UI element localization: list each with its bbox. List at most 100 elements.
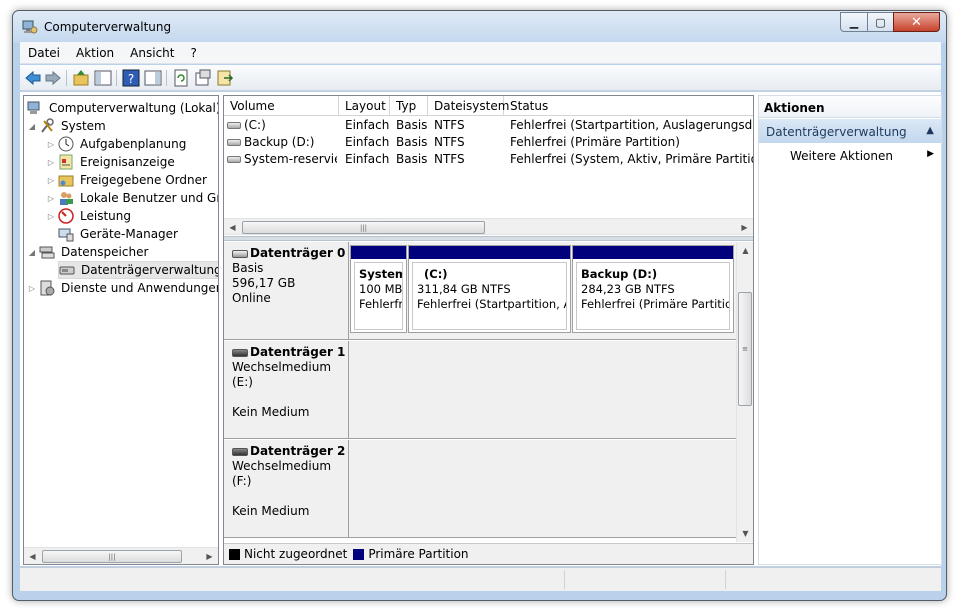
volume-status: Fehlerfrei (Primäre Partition) — [510, 135, 680, 149]
scroll-thumb[interactable]: ≡ — [738, 292, 752, 406]
back-icon[interactable] — [24, 69, 42, 87]
column-status[interactable]: Status — [504, 96, 753, 116]
disk-row[interactable]: Datenträger 2 Wechselmedium (F:) Kein Me… — [224, 440, 736, 538]
column-typ[interactable]: Typ — [390, 96, 428, 116]
toolbar: ? — [20, 65, 941, 91]
disk-label[interactable]: Datenträger 2 Wechselmedium (F:) Kein Me… — [224, 440, 349, 537]
primary-partition-bar — [409, 246, 570, 259]
collapsed-icon[interactable]: ▷ — [46, 194, 56, 203]
tree-item-freigegebene-ordner[interactable]: ▷ Freigegebene Ordner — [46, 171, 209, 189]
forward-icon[interactable] — [44, 69, 62, 87]
disk-name: Datenträger 1 — [250, 345, 346, 359]
tree-item-leistung[interactable]: ▷ Leistung — [46, 207, 133, 225]
computer-management-icon — [22, 20, 38, 34]
tree-item-datentraegerverwaltung[interactable]: Datenträgerverwaltung — [58, 261, 218, 279]
collapsed-icon[interactable]: ▷ — [27, 284, 37, 293]
primary-partition-bar — [573, 246, 733, 259]
tree-label: System — [61, 119, 106, 133]
volume-fs: NTFS — [434, 152, 465, 166]
refresh-icon[interactable] — [172, 69, 190, 87]
minimize-button[interactable]: ▁ — [840, 12, 868, 32]
tree-item-lokale-benutzer[interactable]: ▷ Lokale Benutzer und Gruppen — [46, 189, 218, 207]
volume-row[interactable]: Backup (D:) Einfach Basis NTFS Fehlerfre… — [224, 134, 753, 151]
storage-icon — [39, 246, 55, 259]
tree-label: Aufgabenplanung — [80, 137, 187, 151]
expanded-icon[interactable]: ◢ — [27, 122, 37, 131]
column-dateisystem[interactable]: Dateisystem — [428, 96, 509, 116]
menu-aktion[interactable]: Aktion — [68, 46, 122, 60]
volume-list-horizontal-scrollbar[interactable]: ◀ ||| ▶ — [224, 218, 753, 235]
legend-primary: Primäre Partition — [368, 547, 469, 561]
partition-d[interactable]: Backup (D:) 284,23 GB NTFS Fehlerfrei (P… — [572, 245, 734, 333]
removable-disk-icon — [232, 447, 248, 456]
actions-section-datentraegerverwaltung[interactable]: Datenträgerverwaltung ▲ — [759, 119, 941, 143]
volume-row[interactable]: System-reserviert Einfach Basis NTFS Feh… — [224, 151, 753, 168]
up-icon[interactable] — [72, 69, 90, 87]
scroll-right-icon[interactable]: ▶ — [201, 548, 218, 564]
pane-splitter[interactable] — [224, 236, 753, 241]
expanded-icon[interactable]: ◢ — [27, 248, 37, 257]
partition-c[interactable]: (C:) 311,84 GB NTFS Fehlerfrei (Startpar… — [408, 245, 571, 333]
title-bar[interactable]: Computerverwaltung ▁ ▢ ✕ — [13, 11, 946, 43]
disk-type: Basis — [232, 261, 264, 275]
maximize-button[interactable]: ▢ — [867, 12, 894, 32]
collapsed-icon[interactable]: ▷ — [46, 176, 56, 185]
menu-ansicht[interactable]: Ansicht — [122, 46, 182, 60]
disk-name: Datenträger 0 — [250, 246, 346, 260]
disk-state: Online — [232, 291, 271, 305]
partition-status: Fehlerfrei (System, Aktiv, Primäre Parti… — [359, 297, 403, 311]
scroll-thumb[interactable]: ||| — [42, 550, 182, 563]
partition-status: Fehlerfrei (Startpartition, Auslagerungs… — [417, 297, 566, 311]
tree-item-geraete-manager[interactable]: Geräte-Manager — [58, 225, 180, 243]
properties-icon[interactable] — [194, 69, 212, 87]
disk-label[interactable]: Datenträger 0 Basis 596,17 GB Online — [224, 242, 349, 339]
menu-help[interactable]: ? — [182, 46, 204, 60]
partition-name: Backup (D:) — [581, 267, 658, 281]
tree-item-root[interactable]: Computerverwaltung (Lokal) — [27, 99, 218, 117]
collapsed-icon[interactable]: ▷ — [46, 158, 56, 167]
tree-label: Lokale Benutzer und Gruppen — [80, 191, 218, 205]
collapsed-icon[interactable]: ▷ — [46, 212, 56, 221]
tree-horizontal-scrollbar[interactable]: ◀ ||| ▶ — [24, 547, 218, 564]
scroll-down-icon[interactable]: ▼ — [737, 525, 753, 541]
menu-datei[interactable]: Datei — [20, 46, 68, 60]
scroll-left-icon[interactable]: ◀ — [24, 548, 41, 564]
column-layout[interactable]: Layout — [339, 96, 390, 116]
export-icon[interactable] — [216, 69, 234, 87]
disk-vertical-scrollbar[interactable]: ▲ ≡ ▼ — [736, 242, 753, 542]
show-hide-tree-icon[interactable] — [94, 69, 112, 87]
volume-row[interactable]: (C:) Einfach Basis NTFS Fehlerfrei (Star… — [224, 117, 753, 134]
disk-size: 596,17 GB — [232, 276, 296, 290]
scroll-right-icon[interactable]: ▶ — [736, 219, 753, 235]
primary-swatch — [353, 548, 365, 560]
disk-row[interactable]: Datenträger 0 Basis 596,17 GB Online Sys… — [224, 242, 736, 340]
disk-name: Datenträger 2 — [250, 444, 346, 458]
volume-layout: Einfach — [345, 135, 390, 149]
tree-item-aufgabenplanung[interactable]: ▷ Aufgabenplanung — [46, 135, 188, 153]
volume-status: Fehlerfrei (Startpartition, Auslagerungs… — [510, 118, 753, 132]
help-icon[interactable]: ? — [122, 69, 140, 87]
disk-row[interactable]: Datenträger 1 Wechselmedium (E:) Kein Me… — [224, 341, 736, 439]
actions-section-label: Datenträgerverwaltung — [766, 125, 907, 139]
volume-fs: NTFS — [434, 135, 465, 149]
column-volume[interactable]: Volume — [224, 96, 339, 116]
scroll-up-icon[interactable]: ▲ — [737, 242, 753, 258]
disk-label[interactable]: Datenträger 1 Wechselmedium (E:) Kein Me… — [224, 341, 349, 438]
primary-partition-bar — [351, 246, 406, 259]
submenu-arrow-icon: ▶ — [927, 149, 934, 159]
scroll-left-icon[interactable]: ◀ — [224, 219, 241, 235]
more-actions-item[interactable]: Weitere Aktionen ▶ — [759, 144, 941, 166]
tree-item-ereignisanzeige[interactable]: ▷ Ereignisanzeige — [46, 153, 177, 171]
tree-item-datenspeicher[interactable]: ◢ Datenspeicher — [27, 243, 150, 261]
menu-bar: Datei Aktion Ansicht ? — [20, 42, 941, 64]
scroll-thumb[interactable]: ||| — [242, 221, 485, 234]
toolbar-separator — [116, 70, 117, 86]
collapse-up-icon[interactable]: ▲ — [926, 125, 934, 136]
shared-folder-icon — [58, 175, 74, 187]
close-button[interactable]: ✕ — [893, 12, 940, 32]
tree-item-system[interactable]: ◢ System — [27, 117, 108, 135]
collapsed-icon[interactable]: ▷ — [46, 140, 56, 149]
partition-system-reserved[interactable]: System-reserviert 100 MB NTFS Fehlerfrei… — [350, 245, 407, 333]
show-hide-action-icon[interactable] — [144, 69, 162, 87]
tree-item-dienste[interactable]: ▷ Dienste und Anwendungen — [27, 279, 218, 297]
